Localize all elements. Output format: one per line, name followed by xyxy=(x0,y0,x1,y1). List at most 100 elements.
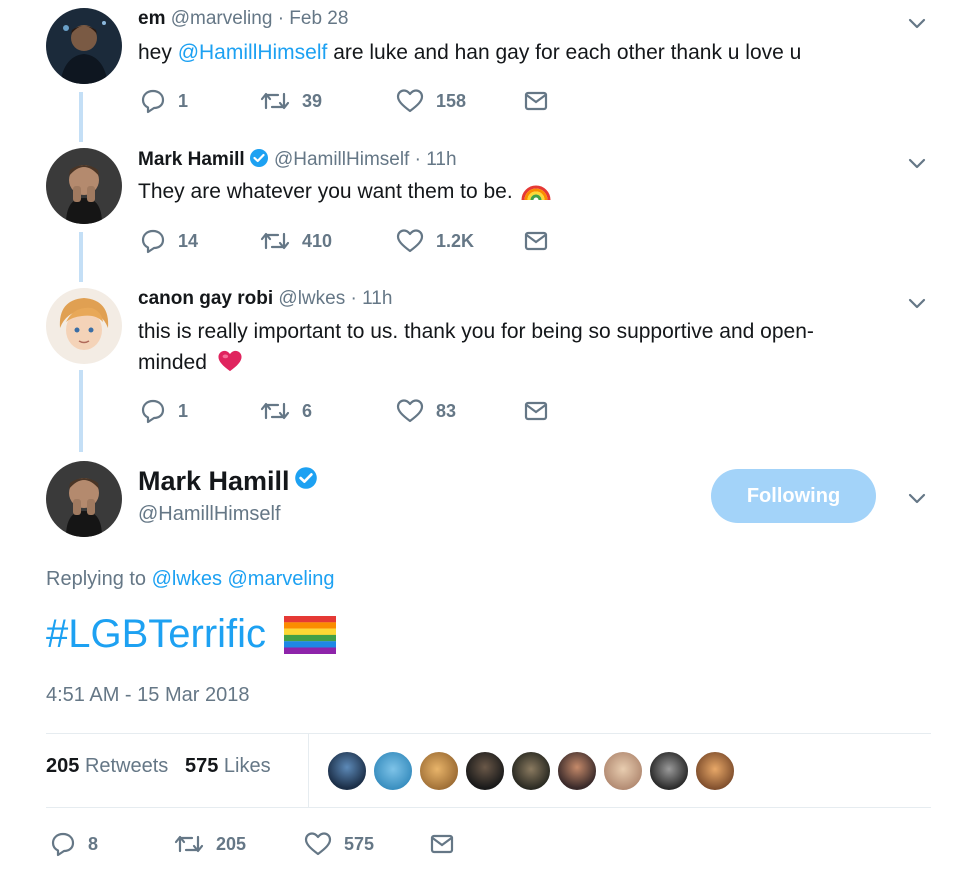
like-icon xyxy=(396,89,424,113)
dm-icon xyxy=(430,834,454,854)
liker-avatar[interactable] xyxy=(326,750,368,792)
replying-mention[interactable]: @marveling xyxy=(228,568,335,590)
tweet-time[interactable]: · 11h xyxy=(415,149,457,170)
main-author-handle[interactable]: @HamillHimself xyxy=(138,503,281,526)
dm-button[interactable] xyxy=(524,396,548,426)
tweet-header: Mark Hamill @HamillHimself · 11h xyxy=(138,148,457,171)
reply-icon xyxy=(141,399,165,424)
thread-line xyxy=(79,92,83,142)
dm-button[interactable] xyxy=(430,829,454,859)
replying-label: Replying to xyxy=(46,568,147,590)
liker-avatar[interactable] xyxy=(464,750,506,792)
like-count: 1.2K xyxy=(436,230,475,251)
like-icon xyxy=(396,229,424,253)
author-name[interactable]: Mark Hamill xyxy=(138,149,245,170)
following-button[interactable]: Following xyxy=(711,469,876,523)
likes-label: Likes xyxy=(223,755,271,777)
chevron-down-icon[interactable] xyxy=(906,12,928,34)
retweet-button[interactable]: 410 xyxy=(260,226,332,256)
liker-avatar[interactable] xyxy=(602,750,644,792)
chevron-down-icon[interactable] xyxy=(906,487,928,509)
tweet-text: They are whatever you want them to be. xyxy=(138,176,898,207)
reply-count: 14 xyxy=(178,230,199,251)
retweet-count: 6 xyxy=(302,400,313,421)
reply-button[interactable]: 8 xyxy=(50,829,98,859)
text-segment: are luke and han gay for each other than… xyxy=(327,41,802,64)
author-name[interactable]: em xyxy=(138,8,165,29)
dm-icon xyxy=(524,231,548,251)
avatar-mark-hamill[interactable] xyxy=(46,461,122,537)
author-handle[interactable]: @lwkes xyxy=(278,288,345,309)
dm-button[interactable] xyxy=(524,226,548,256)
tweet-actions: 1 39 158 xyxy=(140,86,560,116)
author-handle[interactable]: @marveling xyxy=(171,8,273,29)
dm-button[interactable] xyxy=(524,86,548,116)
verified-icon xyxy=(249,149,268,167)
chevron-down-icon[interactable] xyxy=(906,292,928,314)
rainbow-emoji xyxy=(521,185,551,201)
main-author-name-text: Mark Hamill xyxy=(138,466,290,496)
mention-link[interactable]: @HamillHimself xyxy=(178,41,328,64)
reply-button[interactable]: 1 xyxy=(140,86,188,116)
like-button[interactable]: 83 xyxy=(396,396,456,426)
avatar-em[interactable] xyxy=(46,8,122,84)
chevron-down-icon[interactable] xyxy=(906,152,928,174)
tweet-time[interactable]: · Feb 28 xyxy=(278,8,349,29)
retweet-count: 410 xyxy=(302,230,333,251)
tweet-text: hey @HamillHimself are luke and han gay … xyxy=(138,37,898,68)
thread-line xyxy=(79,370,83,452)
verified-icon xyxy=(294,467,317,489)
retweet-icon xyxy=(174,835,204,853)
liker-avatar[interactable] xyxy=(556,750,598,792)
like-count: 158 xyxy=(436,90,467,111)
liker-avatar[interactable] xyxy=(418,750,460,792)
retweet-count: 205 xyxy=(216,833,247,854)
avatar-mark-hamill[interactable] xyxy=(46,148,122,224)
likes-count: 575 xyxy=(184,755,219,777)
retweet-button[interactable]: 39 xyxy=(260,86,322,116)
tweet-actions: 1 6 83 xyxy=(140,396,560,426)
tweet-timestamp[interactable]: 4:51 AM - 15 Mar 2018 xyxy=(46,684,249,707)
divider xyxy=(46,807,931,808)
reply-count: 1 xyxy=(178,90,189,111)
thread-line xyxy=(79,232,83,282)
like-icon xyxy=(304,832,332,856)
engagement-stats: 205 Retweets 575 Likes xyxy=(46,755,271,778)
like-button[interactable]: 158 xyxy=(396,86,466,116)
retweets-count: 205 xyxy=(46,755,80,777)
replying-mention[interactable]: @lwkes xyxy=(152,568,222,590)
reply-button[interactable]: 1 xyxy=(140,396,188,426)
author-name[interactable]: canon gay robi xyxy=(138,288,273,309)
liker-avatar[interactable] xyxy=(648,750,690,792)
like-button[interactable]: 1.2K xyxy=(396,226,474,256)
reply-icon xyxy=(51,832,75,857)
replying-to: Replying to @lwkes @marveling xyxy=(46,568,335,591)
hashtag-link[interactable]: #LGBTerrific xyxy=(46,612,266,657)
liker-avatar[interactable] xyxy=(510,750,552,792)
dm-icon xyxy=(524,401,548,421)
retweets-stat[interactable]: 205 Retweets xyxy=(46,755,168,777)
text-segment: hey xyxy=(138,41,178,64)
tweet-time[interactable]: · 11h xyxy=(351,288,393,309)
retweet-icon xyxy=(260,232,290,250)
retweet-icon xyxy=(260,402,290,420)
text-segment: They are whatever you want them to be. xyxy=(138,180,513,203)
tweet-header: em @marveling · Feb 28 xyxy=(138,8,348,30)
liker-avatar[interactable] xyxy=(694,750,736,792)
main-author-name[interactable]: Mark Hamill xyxy=(138,466,318,497)
rainbow-flag-emoji xyxy=(284,615,337,654)
avatar-canon-gay-robi[interactable] xyxy=(46,288,122,364)
like-button[interactable]: 575 xyxy=(304,829,374,859)
like-icon xyxy=(396,399,424,423)
liker-avatar[interactable] xyxy=(372,750,414,792)
reply-count: 1 xyxy=(178,400,189,421)
heart-emoji xyxy=(218,350,242,372)
like-count: 83 xyxy=(436,400,457,421)
retweet-button[interactable]: 205 xyxy=(174,829,246,859)
author-handle[interactable]: @HamillHimself xyxy=(274,149,409,170)
main-tweet-actions: 8 205 575 xyxy=(50,829,470,859)
tweet-header: canon gay robi @lwkes · 11h xyxy=(138,288,392,310)
reply-button[interactable]: 14 xyxy=(140,226,198,256)
retweet-button[interactable]: 6 xyxy=(260,396,312,426)
likes-stat[interactable]: 575 Likes xyxy=(185,755,271,777)
